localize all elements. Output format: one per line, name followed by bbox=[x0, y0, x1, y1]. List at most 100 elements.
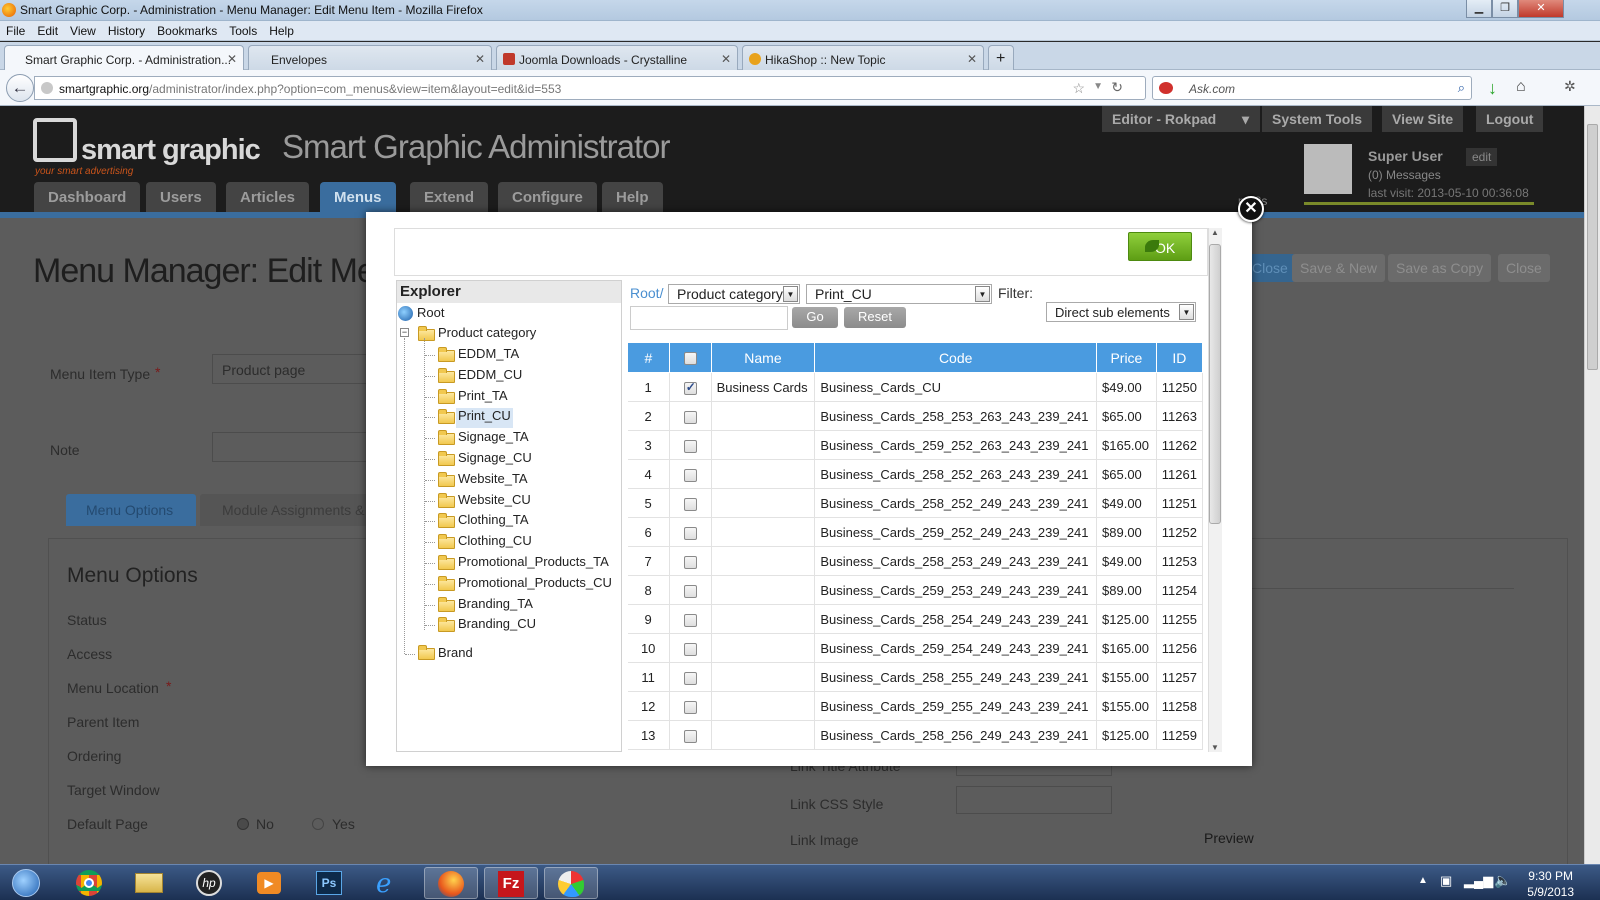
table-row[interactable]: 13 Business_Cards_258_256_249_243_239_241… bbox=[627, 720, 1204, 750]
breadcrumb-root[interactable]: Root/ bbox=[630, 285, 663, 301]
scroll-up-icon[interactable]: ▲ bbox=[1211, 228, 1219, 237]
row-checkbox-cell[interactable] bbox=[669, 401, 712, 431]
tree-item[interactable]: Branding_CU bbox=[458, 616, 536, 636]
logout-button[interactable]: Logout bbox=[1476, 106, 1544, 132]
tree-item[interactable]: Branding_TA bbox=[458, 596, 533, 616]
col-name[interactable]: Name bbox=[710, 342, 816, 373]
menu-view[interactable]: View bbox=[70, 24, 96, 38]
tree-item[interactable]: Signage_TA bbox=[458, 429, 529, 449]
chrome-icon[interactable] bbox=[62, 867, 116, 899]
row-checkbox-cell[interactable] bbox=[669, 372, 712, 402]
nav-users[interactable]: Users bbox=[146, 182, 216, 212]
system-tools-button[interactable]: System Tools bbox=[1262, 106, 1372, 132]
row-checkbox[interactable] bbox=[683, 439, 697, 453]
menu-help[interactable]: Help bbox=[269, 24, 294, 38]
save-as-copy-button[interactable]: Save as Copy bbox=[1388, 254, 1492, 282]
row-checkbox-cell[interactable] bbox=[669, 720, 712, 750]
tree-item[interactable]: Clothing_TA bbox=[458, 512, 529, 532]
minimize-button[interactable]: ▁ bbox=[1466, 0, 1492, 18]
row-checkbox-cell[interactable] bbox=[669, 488, 712, 518]
note-field[interactable] bbox=[212, 432, 372, 462]
tab-hikashop[interactable]: HikaShop :: New Topic ✕ bbox=[742, 45, 984, 70]
url-bar[interactable]: smartgraphic.org/administrator/index.php… bbox=[34, 76, 1146, 100]
filezilla-icon[interactable]: Fz bbox=[484, 867, 538, 899]
row-checkbox-cell[interactable] bbox=[669, 459, 712, 489]
table-row[interactable]: 1 Business CardsBusiness_Cards_CU$49.0011… bbox=[627, 372, 1204, 402]
photoshop-icon[interactable]: Ps bbox=[302, 867, 356, 899]
back-button[interactable]: ← bbox=[6, 74, 34, 102]
show-hidden-icons[interactable]: ▲ bbox=[1418, 875, 1428, 886]
explorer-icon[interactable] bbox=[122, 867, 176, 899]
search-bar[interactable]: Ask.com ⌕ bbox=[1152, 76, 1472, 100]
row-checkbox[interactable] bbox=[683, 584, 697, 598]
tab-joomla[interactable]: Joomla Downloads - Crystalline ✕ bbox=[496, 45, 738, 70]
user-edit-link[interactable]: edit bbox=[1466, 148, 1498, 166]
close-tab-icon[interactable]: ✕ bbox=[721, 52, 731, 66]
tree-item[interactable]: Website_TA bbox=[458, 471, 528, 491]
scrollbar-thumb[interactable] bbox=[1587, 124, 1598, 370]
view-site-button[interactable]: View Site bbox=[1382, 106, 1464, 132]
tree-item[interactable]: Promotional_Products_CU bbox=[458, 575, 612, 595]
tree-item[interactable]: Website_CU bbox=[458, 492, 531, 512]
bookmark-star-icon[interactable]: ☆ bbox=[1072, 80, 1085, 97]
system-clock[interactable]: 9:30 PM 5/9/2013 bbox=[1527, 868, 1574, 900]
tree-item[interactable]: Print_CU bbox=[456, 408, 513, 429]
close-icon[interactable]: ✕ bbox=[1238, 196, 1264, 222]
reload-icon[interactable]: ↻ bbox=[1111, 79, 1123, 96]
ie-icon[interactable]: e bbox=[362, 867, 416, 899]
row-checkbox[interactable] bbox=[683, 555, 697, 569]
firefox-icon[interactable] bbox=[424, 867, 478, 899]
close-tab-icon[interactable]: ✕ bbox=[967, 52, 977, 66]
row-checkbox[interactable] bbox=[683, 613, 697, 627]
tree-brand[interactable]: Brand bbox=[438, 645, 473, 665]
modal-scrollbar-thumb[interactable] bbox=[1209, 244, 1221, 524]
tab-menu-options[interactable]: Menu Options bbox=[66, 494, 196, 526]
go-button[interactable]: Go bbox=[792, 307, 838, 328]
row-checkbox-cell[interactable] bbox=[669, 575, 712, 605]
nav-extend[interactable]: Extend bbox=[410, 182, 489, 212]
tree-root[interactable]: Root bbox=[417, 305, 444, 325]
reset-button[interactable]: Reset bbox=[844, 307, 906, 328]
row-checkbox[interactable] bbox=[683, 729, 697, 743]
col-id[interactable]: ID bbox=[1155, 342, 1204, 373]
download-icon[interactable]: ↓ bbox=[1488, 78, 1497, 99]
row-checkbox-cell[interactable] bbox=[669, 691, 712, 721]
col-price[interactable]: Price bbox=[1096, 342, 1157, 373]
hp-icon[interactable]: hp bbox=[182, 867, 236, 899]
table-row[interactable]: 9 Business_Cards_258_254_249_243_239_241 $… bbox=[627, 604, 1204, 634]
table-row[interactable]: 7 Business_Cards_258_253_249_243_239_241 $… bbox=[627, 546, 1204, 576]
col-select-all[interactable] bbox=[668, 342, 712, 373]
nav-articles[interactable]: Articles bbox=[226, 182, 310, 212]
paint-icon[interactable] bbox=[544, 867, 598, 899]
col-code[interactable]: Code bbox=[814, 342, 1098, 373]
select-all-checkbox[interactable] bbox=[683, 352, 697, 366]
tab-module-assignments[interactable]: Module Assignments & bbox=[200, 494, 372, 526]
close-tab-icon[interactable]: ✕ bbox=[475, 52, 485, 66]
table-row[interactable]: 4 Business_Cards_258_252_263_243_239_241 $… bbox=[627, 459, 1204, 489]
close-window-button[interactable]: ✕ bbox=[1518, 0, 1564, 18]
row-checkbox[interactable] bbox=[683, 671, 697, 685]
row-checkbox[interactable] bbox=[683, 642, 697, 656]
row-checkbox[interactable] bbox=[683, 410, 697, 424]
tree-item[interactable]: Print_TA bbox=[458, 388, 508, 408]
category-select[interactable]: Product category ▼ bbox=[668, 284, 800, 304]
nav-dashboard[interactable]: Dashboard bbox=[34, 182, 141, 212]
device-icon[interactable]: ▣ bbox=[1440, 873, 1452, 889]
menu-tools[interactable]: Tools bbox=[229, 24, 257, 38]
subcategory-select[interactable]: Print_CU ▼ bbox=[806, 284, 992, 304]
search-icon[interactable]: ⌕ bbox=[1458, 80, 1465, 96]
nav-menus[interactable]: Menus bbox=[320, 182, 396, 212]
row-checkbox-cell[interactable] bbox=[669, 546, 712, 576]
volume-icon[interactable]: 🔈 bbox=[1494, 872, 1511, 889]
home-icon[interactable]: ⌂ bbox=[1516, 78, 1526, 96]
menu-edit[interactable]: Edit bbox=[37, 24, 58, 38]
radio-no[interactable] bbox=[237, 818, 249, 830]
table-row[interactable]: 10 Business_Cards_259_254_249_243_239_241… bbox=[627, 633, 1204, 663]
tree-product-category[interactable]: Product category bbox=[438, 325, 536, 345]
addon-icon[interactable]: ✲ bbox=[1564, 78, 1576, 95]
table-row[interactable]: 11 Business_Cards_258_255_249_243_239_241… bbox=[627, 662, 1204, 692]
editor-rokpad-button[interactable]: Editor - Rokpad bbox=[1102, 106, 1246, 132]
row-checkbox[interactable] bbox=[683, 526, 697, 540]
tree-item[interactable]: EDDM_CU bbox=[458, 367, 522, 387]
menu-bookmarks[interactable]: Bookmarks bbox=[157, 24, 217, 38]
